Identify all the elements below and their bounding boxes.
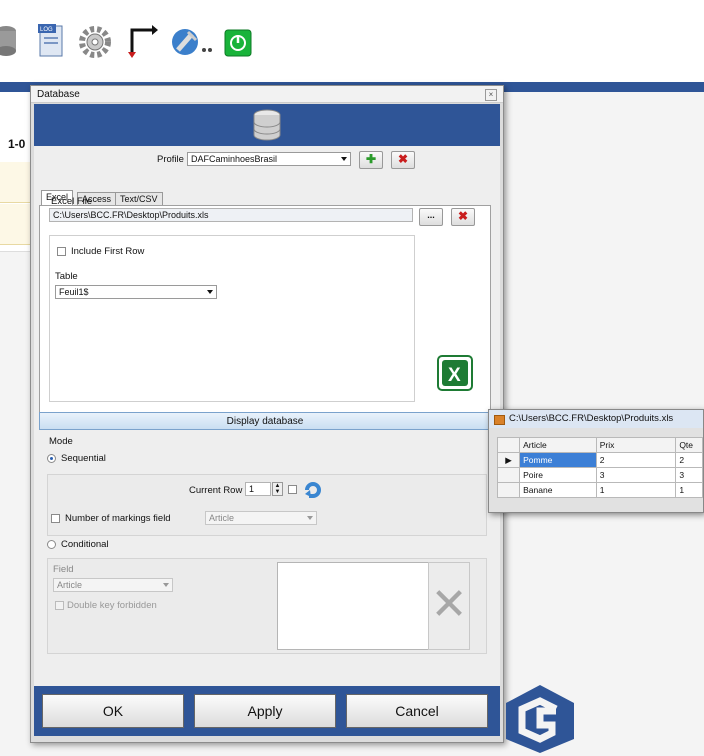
sequential-label: Sequential xyxy=(61,453,106,464)
table-cell[interactable]: 1 xyxy=(675,482,703,498)
table-value: Feuil1$ xyxy=(59,287,89,297)
apply-button[interactable]: Apply xyxy=(194,694,336,728)
browse-button[interactable]: ... xyxy=(419,208,443,226)
double-key-label: Double key forbidden xyxy=(67,600,157,611)
markings-field-value: Article xyxy=(209,513,235,523)
column-header[interactable]: Article xyxy=(519,437,597,453)
number-of-markings-label: Number of markings field xyxy=(65,513,171,524)
table-label: Table xyxy=(55,271,78,282)
display-database-button[interactable]: Display database xyxy=(39,412,491,430)
table-cell[interactable]: 3 xyxy=(675,467,703,483)
number-of-markings-checkbox[interactable] xyxy=(51,514,60,523)
include-first-row-label: Include First Row xyxy=(71,246,145,257)
profile-label: Profile xyxy=(157,154,184,165)
database-icon[interactable] xyxy=(0,22,20,62)
close-icon[interactable]: × xyxy=(485,89,497,101)
conditional-label: Conditional xyxy=(61,539,109,550)
table-row[interactable]: ▶ Pomme 2 2 xyxy=(496,452,703,468)
table-cell[interactable]: Poire xyxy=(519,467,597,483)
profile-select[interactable]: DAFCaminhoesBrasil xyxy=(187,152,351,166)
ok-button[interactable]: OK xyxy=(42,694,184,728)
connection-plug-icon[interactable] xyxy=(170,22,214,62)
dialog-footer: OK Apply Cancel xyxy=(34,686,500,736)
excel-file-label: Excel File xyxy=(51,196,93,207)
current-row-value: 1 xyxy=(249,484,255,494)
database-dialog: Database × Profile DAFCaminhoesBrasil ✚ … xyxy=(30,85,504,743)
dialog-header xyxy=(34,104,500,146)
app-toolbar: LOG xyxy=(0,0,704,82)
tab-text-csv[interactable]: Text/CSV xyxy=(115,192,163,206)
markings-field-select[interactable]: Article xyxy=(205,511,317,525)
double-key-checkbox[interactable] xyxy=(55,601,64,610)
cancel-button[interactable]: Cancel xyxy=(346,694,488,728)
table-icon xyxy=(494,415,505,425)
data-preview-window: C:\Users\BCC.FR\Desktop\Produits.xls Art… xyxy=(488,409,704,513)
power-icon[interactable] xyxy=(222,22,252,62)
table-cell[interactable]: Pomme xyxy=(519,452,597,468)
gear-icon[interactable] xyxy=(78,22,112,62)
conditional-radio[interactable] xyxy=(47,540,56,549)
database-icon xyxy=(252,108,282,145)
clear-file-button[interactable]: ✖ xyxy=(451,208,475,226)
log-file-icon[interactable]: LOG xyxy=(36,22,70,62)
conditions-list[interactable] xyxy=(277,562,440,650)
delete-condition-button[interactable]: ✕ xyxy=(428,562,470,650)
current-row-label: Current Row xyxy=(189,485,243,496)
current-row-checkbox[interactable] xyxy=(288,485,297,494)
profile-value: DAFCaminhoesBrasil xyxy=(191,154,278,164)
table-cell[interactable]: 1 xyxy=(595,482,677,498)
table-row[interactable]: Banane 1 1 xyxy=(496,482,703,498)
excel-icon: X xyxy=(437,355,473,394)
background-label: 1-0 xyxy=(8,137,26,151)
table-row[interactable]: Poire 3 3 xyxy=(496,467,703,483)
grid-header-row: Article Prix Qte xyxy=(496,437,703,453)
field-label: Field xyxy=(53,564,74,575)
mode-label: Mode xyxy=(49,436,73,447)
data-preview-title: C:\Users\BCC.FR\Desktop\Produits.xls xyxy=(509,413,674,424)
excel-file-path: C:\Users\BCC.FR\Desktop\Produits.xls xyxy=(53,210,209,220)
table-cell[interactable]: 2 xyxy=(675,452,703,468)
current-row-input[interactable]: 1 xyxy=(245,482,271,496)
reset-arrow-icon[interactable] xyxy=(303,482,323,501)
company-logo xyxy=(500,683,580,753)
delete-profile-button[interactable]: ✖ xyxy=(391,151,415,169)
data-preview-grid: Article Prix Qte ▶ Pomme 2 2 Poire 3 3 B… xyxy=(496,437,703,498)
data-preview-titlebar: C:\Users\BCC.FR\Desktop\Produits.xls xyxy=(489,410,703,428)
svg-text:X: X xyxy=(448,365,461,386)
excel-file-path-field[interactable]: C:\Users\BCC.FR\Desktop\Produits.xls xyxy=(49,208,413,222)
table-cell[interactable]: Banane xyxy=(519,482,597,498)
field-select[interactable]: Article xyxy=(53,578,173,592)
axis-arrows-icon[interactable] xyxy=(126,22,160,62)
dialog-titlebar: Database × xyxy=(31,86,503,103)
table-cell[interactable]: 3 xyxy=(595,467,677,483)
svg-text:LOG: LOG xyxy=(40,27,53,33)
current-row-spinner[interactable]: ▲ ▼ xyxy=(272,482,283,496)
column-header[interactable]: Qte xyxy=(675,437,703,453)
include-first-row-checkbox[interactable] xyxy=(57,247,66,256)
column-header[interactable]: Prix xyxy=(595,437,677,453)
table-cell[interactable]: 2 xyxy=(595,452,677,468)
row-pointer-icon: ▶ xyxy=(496,452,521,468)
sequential-radio[interactable] xyxy=(47,454,56,463)
field-value: Article xyxy=(57,580,83,590)
add-profile-button[interactable]: ✚ xyxy=(359,151,383,169)
table-select[interactable]: Feuil1$ xyxy=(55,285,217,299)
dialog-title: Database xyxy=(37,89,80,100)
excel-options-panel xyxy=(49,235,415,402)
